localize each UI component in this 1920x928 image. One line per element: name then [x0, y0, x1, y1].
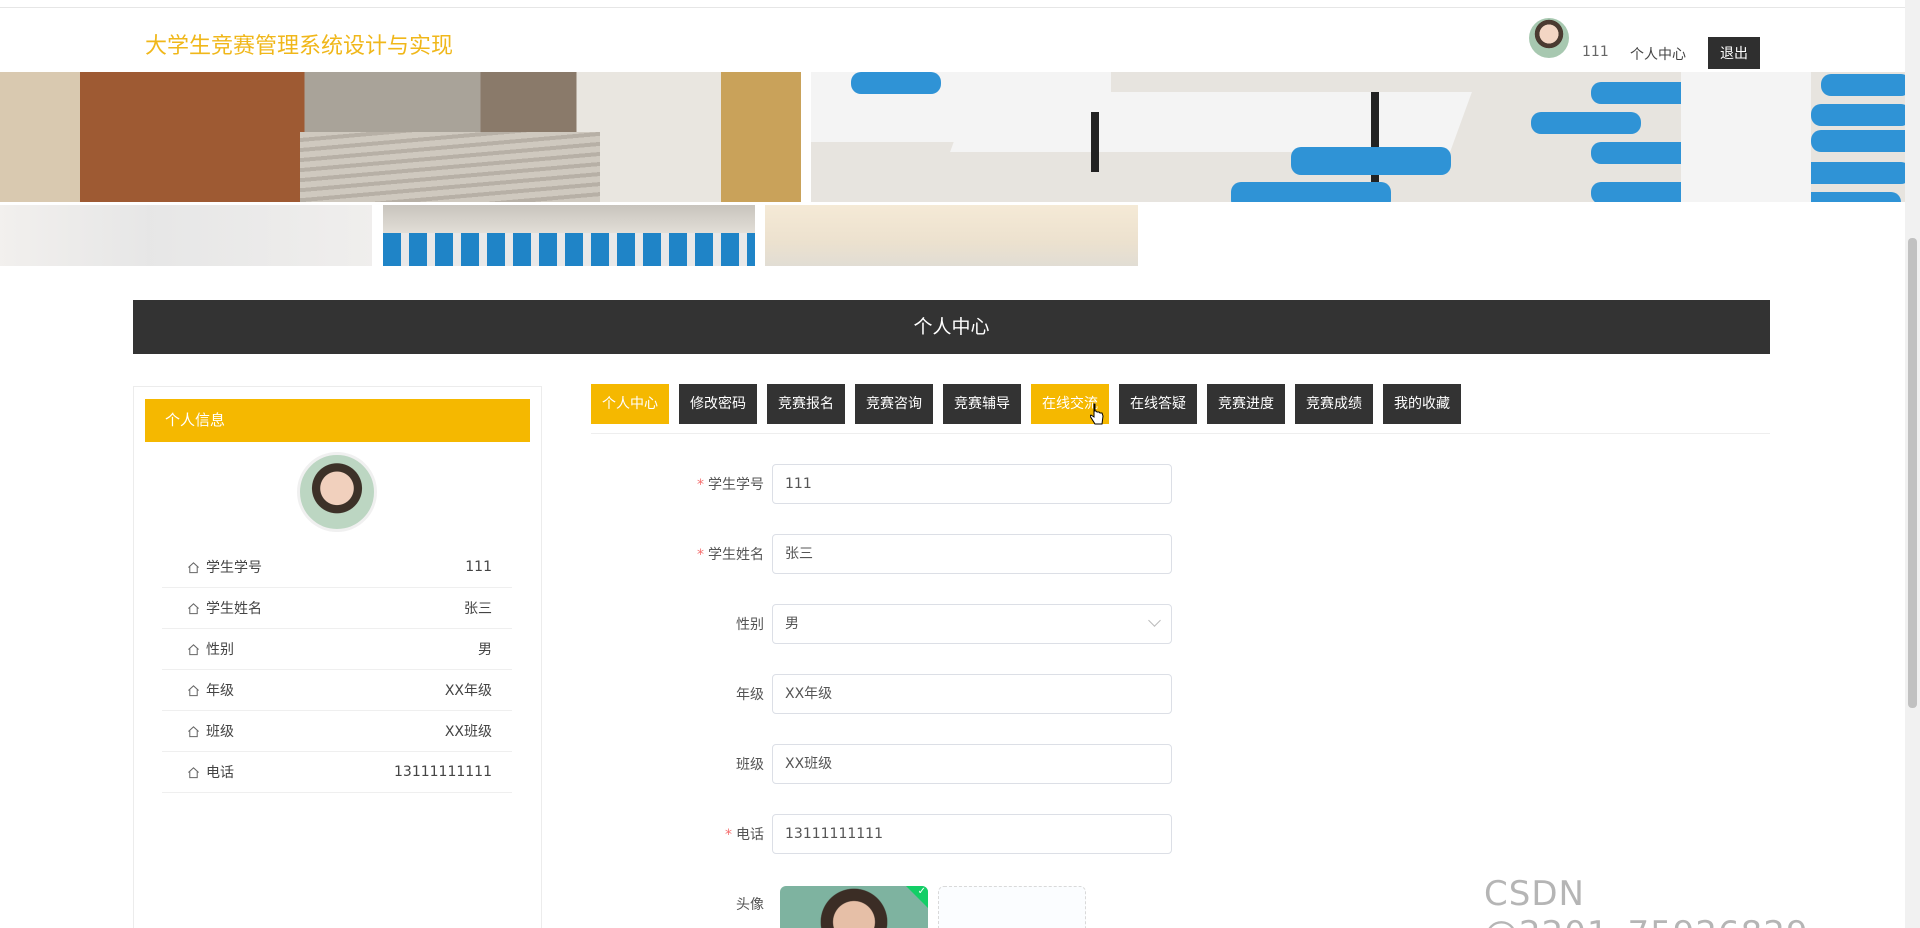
banner-seat — [1291, 147, 1451, 175]
user-avatar — [1529, 18, 1569, 58]
phone-label: * 电话 — [725, 827, 764, 843]
tab-9[interactable]: 我的收藏 — [1383, 384, 1461, 424]
home-icon — [188, 561, 199, 573]
carousel-thumb-3[interactable] — [765, 205, 1138, 266]
carousel-thumb-2-top — [383, 205, 755, 233]
profile-info-value: XX班级 — [444, 724, 492, 740]
profile-info-label: 学生学号 — [187, 557, 262, 577]
personal-center-link[interactable]: 个人中心 — [1630, 44, 1686, 64]
tab-3[interactable]: 竞赛咨询 — [855, 384, 933, 424]
form-row-student-id: * 学生学号 111 — [680, 464, 1172, 504]
gender-select-value: 男 — [785, 616, 799, 632]
class-input[interactable]: XX班级 — [772, 744, 1172, 784]
profile-info-label: 年级 — [187, 680, 234, 700]
profile-info-label: 班级 — [187, 721, 234, 741]
home-icon — [188, 643, 199, 655]
profile-info-label: 性别 — [187, 639, 234, 659]
tab-1[interactable]: 修改密码 — [679, 384, 757, 424]
banner-table — [1681, 72, 1811, 202]
profile-info-row: 学生学号 111 — [162, 547, 512, 588]
form-row-phone: * 电话 13111111111 — [680, 814, 1172, 854]
site-header: 大学生竞赛管理系统设计与实现 111 个人中心 退出 — [0, 8, 1905, 72]
banner-seat — [1531, 112, 1641, 134]
upload-success-check-icon: ✓ — [906, 886, 928, 908]
tab-8[interactable]: 竞赛成绩 — [1295, 384, 1373, 424]
home-icon — [188, 766, 199, 778]
form-row-grade: 年级 XX年级 — [680, 674, 1172, 714]
tab-0[interactable]: 个人中心 — [591, 384, 669, 424]
site-title[interactable]: 大学生竞赛管理系统设计与实现 — [145, 28, 453, 60]
profile-info-row: 学生姓名 张三 — [162, 588, 512, 629]
profile-card-heading: 个人信息 — [145, 399, 530, 442]
carousel-slide-canteen[interactable] — [811, 72, 1905, 202]
profile-info-value: 111 — [465, 559, 492, 575]
profile-card: 个人信息 学生学号 111 学生姓名 张三性别 男年级 XX年级班级 XX班级电话 13111… — [133, 386, 542, 928]
form-row-gender: 性别 男 — [680, 604, 1172, 644]
tab-7[interactable]: 竞赛进度 — [1207, 384, 1285, 424]
grade-label: 年级 — [736, 687, 764, 703]
gender-select[interactable]: 男 — [772, 604, 1172, 644]
class-label: 班级 — [736, 757, 764, 773]
phone-input[interactable]: 13111111111 — [772, 814, 1172, 854]
banner-steps-decoration — [300, 132, 600, 202]
banner-seat — [1821, 74, 1905, 96]
banner-seat — [1801, 162, 1905, 184]
profile-avatar — [297, 452, 377, 532]
profile-info-label: 学生姓名 — [187, 598, 262, 618]
page-title: 个人中心 — [133, 300, 1770, 354]
gender-label: 性别 — [736, 617, 764, 633]
home-icon — [188, 684, 199, 696]
banner-seat — [1231, 182, 1391, 202]
banner-table — [950, 92, 1472, 152]
banner-seat — [1811, 104, 1905, 126]
required-mark: * — [725, 827, 732, 843]
avatar-upload-button[interactable] — [938, 886, 1086, 928]
profile-info-list: 学生学号 111 学生姓名 张三性别 男年级 XX年级班级 XX班级电话 1311111111… — [162, 547, 512, 793]
center-tabs: 个人中心 修改密码 竞赛报名 竞赛咨询 竞赛辅导 在线交流 在线答疑 竞赛进度 竞赛成绩 我的收藏 — [591, 384, 1461, 424]
page-scrollbar[interactable] — [1905, 0, 1920, 928]
profile-info-row: 性别 男 — [162, 629, 512, 670]
profile-info-row: 电话 13111111111 — [162, 752, 512, 793]
profile-info-value: 13111111111 — [394, 764, 492, 780]
grade-input[interactable]: XX年级 — [772, 674, 1172, 714]
home-icon — [188, 602, 199, 614]
uploaded-avatar-image[interactable]: ✓ — [780, 886, 928, 928]
tab-4[interactable]: 竞赛辅导 — [943, 384, 1021, 424]
form-row-class: 班级 XX班级 — [680, 744, 1172, 784]
student-id-input[interactable]: 111 — [772, 464, 1172, 504]
form-row-student-name: * 学生姓名 张三 — [680, 534, 1172, 574]
profile-info-row: 班级 XX班级 — [162, 711, 512, 752]
profile-info-value: 张三 — [464, 601, 492, 617]
banner-seat — [1811, 130, 1905, 152]
tab-6[interactable]: 在线答疑 — [1119, 384, 1197, 424]
header-username: 111 — [1582, 44, 1609, 60]
profile-info-label: 电话 — [187, 762, 234, 782]
profile-info-value: 男 — [478, 642, 492, 658]
profile-info-value: XX年级 — [444, 683, 492, 699]
mouse-cursor-icon — [1090, 403, 1104, 425]
avatar-label: 头像 — [736, 897, 764, 913]
banner-leg — [1091, 112, 1099, 172]
banner-seat — [851, 72, 941, 94]
chevron-down-icon — [1148, 614, 1161, 627]
tabs-divider — [591, 433, 1770, 434]
student-name-label: * 学生姓名 — [697, 547, 764, 563]
required-mark: * — [697, 547, 704, 563]
carousel-slide-building[interactable] — [0, 72, 801, 202]
watermark: CSDN @2201_75926829 — [1484, 874, 1808, 928]
home-icon — [188, 725, 199, 737]
logout-button[interactable]: 退出 — [1708, 37, 1760, 69]
form-row-avatar: 头像 — [680, 884, 772, 924]
scrollbar-thumb[interactable] — [1908, 238, 1917, 708]
student-id-label: * 学生学号 — [697, 477, 764, 493]
carousel-thumb-1[interactable] — [0, 205, 372, 266]
student-name-input[interactable]: 张三 — [772, 534, 1172, 574]
profile-info-row: 年级 XX年级 — [162, 670, 512, 711]
tab-2[interactable]: 竞赛报名 — [767, 384, 845, 424]
top-border — [0, 0, 1905, 8]
required-mark: * — [697, 477, 704, 493]
